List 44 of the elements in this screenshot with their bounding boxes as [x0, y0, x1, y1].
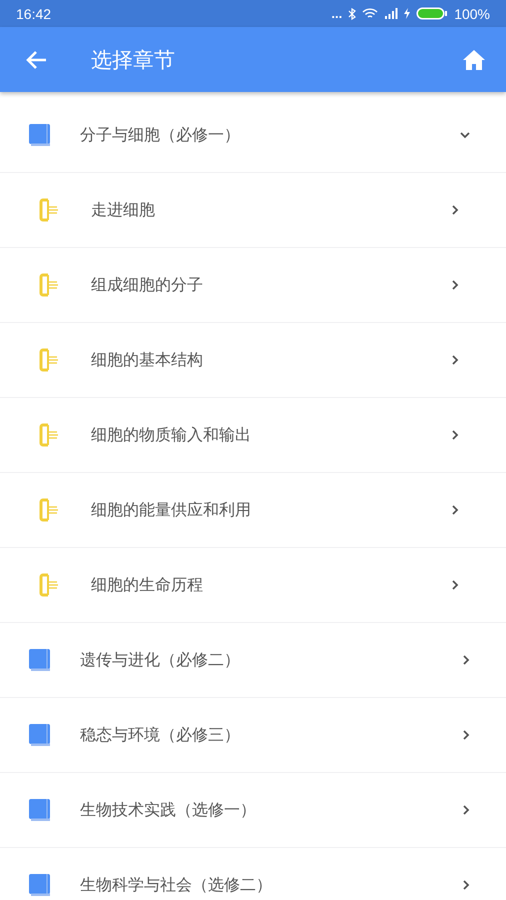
bluetooth-icon — [348, 8, 356, 20]
chapter-item[interactable]: 稳态与环境（必修三） — [0, 698, 506, 773]
document-icon — [39, 273, 59, 297]
back-arrow-icon — [25, 50, 47, 70]
chevron-right-icon — [452, 280, 459, 290]
document-icon — [39, 198, 59, 222]
section-item[interactable]: 细胞的生命历程 — [0, 548, 506, 623]
chapter-item[interactable]: 分子与细胞（必修一） — [0, 98, 506, 173]
wifi-icon — [362, 8, 378, 20]
book-icon — [28, 123, 52, 147]
document-icon — [39, 348, 59, 372]
chevron-right-icon — [452, 505, 459, 515]
section-item[interactable]: 组成细胞的分子 — [0, 248, 506, 323]
section-item[interactable]: 细胞的基本结构 — [0, 323, 506, 398]
screen-title: 选择章节 — [91, 46, 175, 74]
book-icon — [28, 648, 52, 672]
book-icon — [28, 798, 52, 822]
chevron-right-icon — [452, 580, 459, 590]
battery-icon — [416, 7, 448, 20]
chevron-right-icon — [463, 655, 470, 665]
document-icon — [39, 423, 59, 447]
notification-dots: ... — [331, 6, 342, 21]
battery-level: 100% — [454, 6, 490, 22]
book-icon — [28, 873, 52, 897]
chevron-right-icon — [463, 730, 470, 740]
chevron-right-icon — [452, 430, 459, 440]
book-icon — [28, 723, 52, 747]
chevron-right-icon — [463, 880, 470, 890]
chevron-right-icon — [452, 355, 459, 365]
clock: 16:42 — [16, 6, 52, 22]
chevron-right-icon — [452, 205, 459, 215]
charging-icon — [404, 8, 410, 19]
chapter-item[interactable]: 生物科学与社会（选修二） — [0, 848, 506, 900]
signal-icon — [384, 8, 398, 19]
chevron-down-icon — [460, 132, 470, 138]
section-item[interactable]: 走进细胞 — [0, 173, 506, 248]
chevron-right-icon — [463, 805, 470, 815]
section-item[interactable]: 细胞的能量供应和利用 — [0, 473, 506, 548]
chapter-item[interactable]: 遗传与进化（必修二） — [0, 623, 506, 698]
document-icon — [39, 498, 59, 522]
chapter-item[interactable]: 生物技术实践（选修一） — [0, 773, 506, 848]
home-icon — [462, 48, 486, 70]
document-icon — [39, 573, 59, 597]
section-item[interactable]: 细胞的物质输入和输出 — [0, 398, 506, 473]
